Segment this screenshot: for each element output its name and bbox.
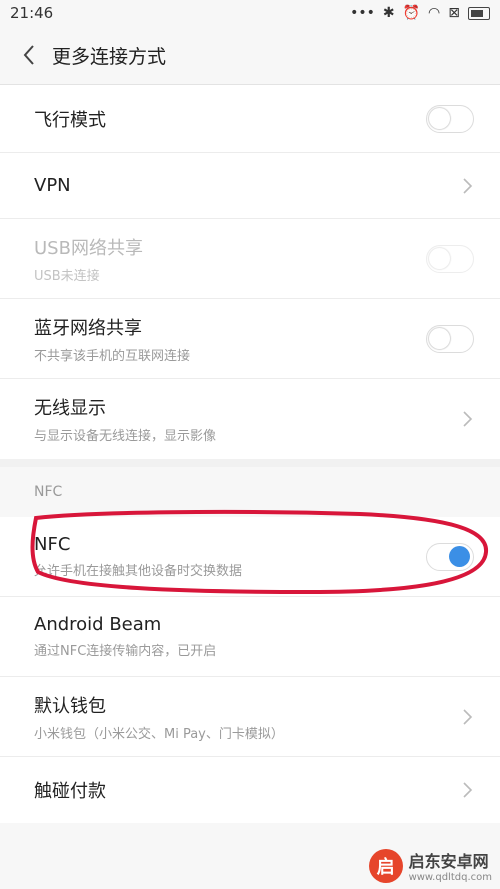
row-label: 无线显示 xyxy=(34,398,106,419)
row-subtitle: 小米钱包（小米公交、Mi Pay、门卡模拟） xyxy=(34,726,284,742)
row-airplane-mode[interactable]: 飞行模式 xyxy=(0,85,500,153)
row-label: 触碰付款 xyxy=(34,781,106,802)
chevron-right-icon xyxy=(463,708,473,725)
settings-list-top: 飞行模式 VPN USB网络共享 USB未连接 蓝牙网络共享 不共享该手机的互联… xyxy=(0,85,500,459)
row-label: Android Beam xyxy=(34,614,162,635)
app-header: 更多连接方式 xyxy=(0,26,500,84)
section-gap xyxy=(0,459,500,467)
row-label: 默认钱包 xyxy=(34,695,106,717)
row-vpn[interactable]: VPN xyxy=(0,153,500,219)
status-bar: 21:46 ••• ✱ ⏰ ◠ ⊠ xyxy=(0,0,500,26)
watermark-url: www.qdltdq.com xyxy=(408,872,492,883)
battery-icon xyxy=(468,6,490,20)
row-label: USB网络共享 xyxy=(34,237,143,259)
row-subtitle: 通过NFC连接传输内容，已开启 xyxy=(34,644,217,659)
nfc-toggle[interactable] xyxy=(426,542,474,571)
row-default-wallet[interactable]: 默认钱包 小米钱包（小米公交、Mi Pay、门卡模拟） xyxy=(0,677,500,757)
row-subtitle: 不共享该手机的互联网连接 xyxy=(34,348,191,364)
watermark: 启 启东安卓网 www.qdltdq.com xyxy=(368,848,492,883)
status-icons: ••• ✱ ⏰ ◠ ⊠ xyxy=(350,5,490,21)
sim-icon: ⊠ xyxy=(448,5,460,21)
back-arrow-icon xyxy=(23,45,34,65)
usb-tethering-toggle[interactable] xyxy=(426,244,474,273)
row-label: VPN xyxy=(34,175,71,196)
section-title-nfc: NFC xyxy=(0,467,500,517)
row-android-beam[interactable]: Android Beam 通过NFC连接传输内容，已开启 xyxy=(0,597,500,677)
row-nfc[interactable]: NFC 允许手机在接触其他设备时交换数据 xyxy=(0,517,500,597)
back-button[interactable] xyxy=(14,40,44,70)
bluetooth-icon: ✱ xyxy=(382,5,395,21)
row-tap-and-pay[interactable]: 触碰付款 xyxy=(0,757,500,823)
page-title: 更多连接方式 xyxy=(52,45,167,68)
row-subtitle: 允许手机在接触其他设备时交换数据 xyxy=(34,564,243,579)
bluetooth-tethering-toggle[interactable] xyxy=(426,324,474,353)
row-label: 蓝牙网络共享 xyxy=(34,317,142,339)
status-time: 21:46 xyxy=(10,4,54,22)
row-subtitle: USB未连接 xyxy=(34,268,100,284)
more-dots-icon: ••• xyxy=(350,5,375,21)
watermark-name: 启东安卓网 xyxy=(408,852,489,871)
row-usb-tethering[interactable]: USB网络共享 USB未连接 xyxy=(0,219,500,299)
chevron-right-icon xyxy=(463,177,473,194)
airplane-mode-toggle[interactable] xyxy=(426,104,474,133)
settings-list-nfc: NFC 允许手机在接触其他设备时交换数据 Android Beam 通过NFC连… xyxy=(0,517,500,823)
row-bluetooth-tethering[interactable]: 蓝牙网络共享 不共享该手机的互联网连接 xyxy=(0,299,500,379)
wifi-icon: ◠ xyxy=(428,5,441,21)
row-subtitle: 与显示设备无线连接，显示影像 xyxy=(34,429,217,444)
row-wireless-display[interactable]: 无线显示 与显示设备无线连接，显示影像 xyxy=(0,379,500,459)
row-label: 飞行模式 xyxy=(34,109,106,131)
chevron-right-icon xyxy=(463,411,473,427)
chevron-right-icon xyxy=(463,782,473,798)
alarm-icon: ⏰ xyxy=(402,5,421,21)
row-label: NFC xyxy=(34,534,71,555)
watermark-logo: 启 xyxy=(368,848,403,883)
